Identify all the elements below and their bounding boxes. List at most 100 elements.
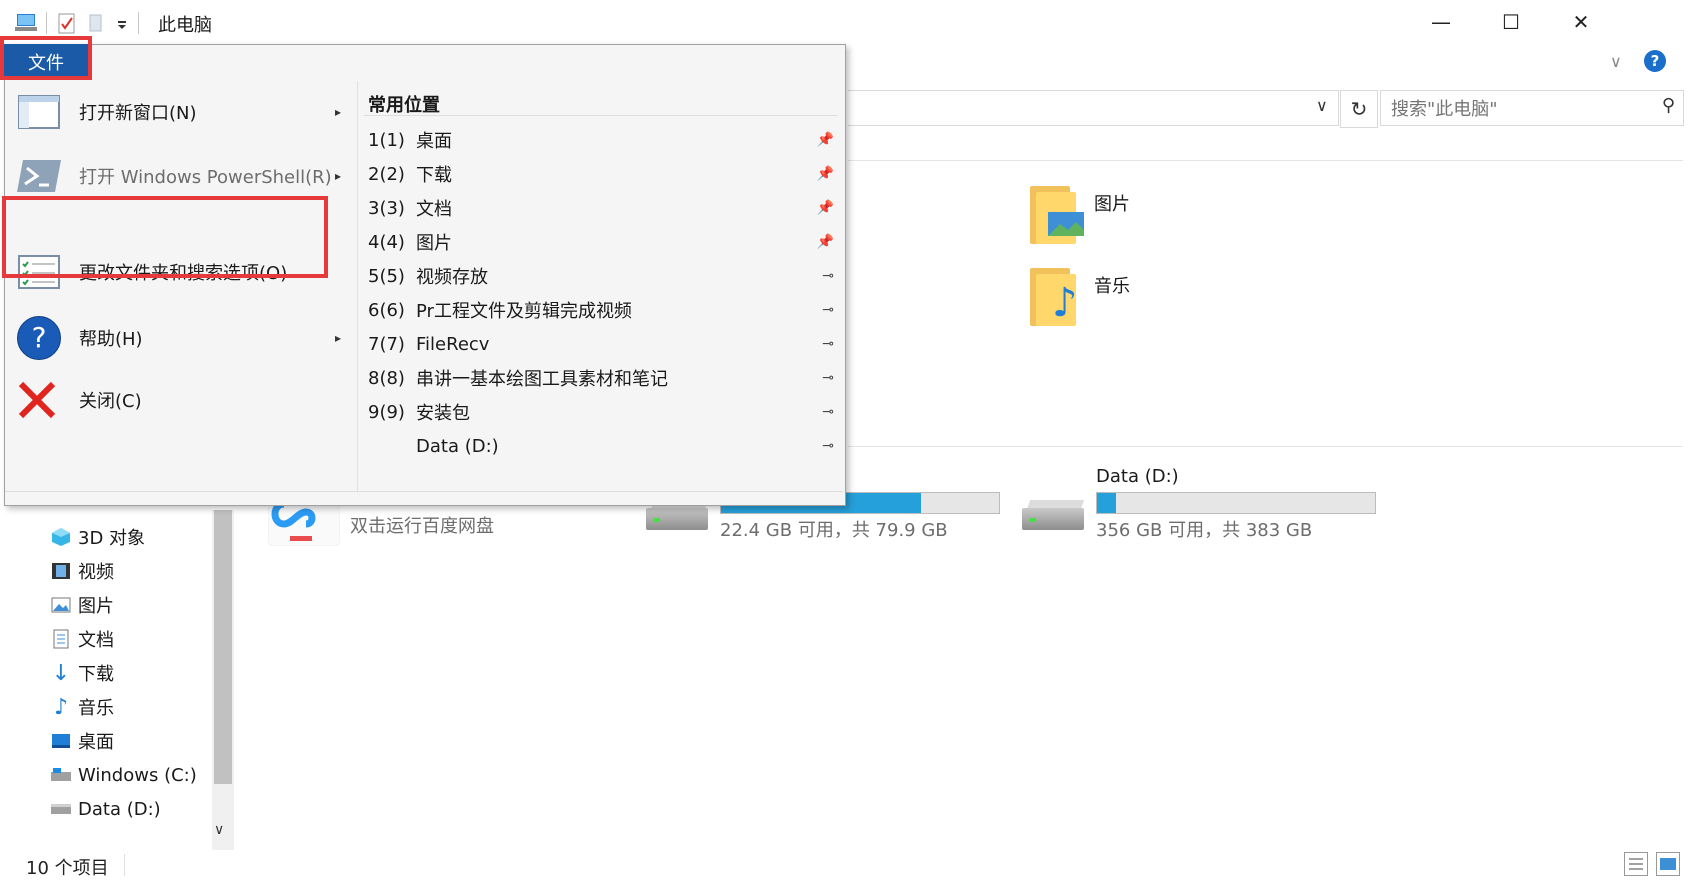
pinned-icon[interactable]: 📌: [817, 166, 834, 182]
address-bar[interactable]: [848, 90, 1339, 126]
pin-icon[interactable]: ⊸: [822, 438, 834, 454]
pinned-icon[interactable]: 📌: [817, 200, 834, 216]
drive-d-name: Data (D:): [1096, 466, 1179, 487]
document-icon: [50, 628, 72, 650]
frequent-place-item[interactable]: 7(7) FileRecv ⊸: [358, 327, 844, 361]
download-arrow-icon: ↓: [51, 660, 71, 686]
folder-music-icon[interactable]: ♪: [1030, 268, 1078, 326]
frequent-place-item[interactable]: 8(8) 串讲一基本绘图工具素材和笔记 ⊸: [358, 361, 844, 395]
nav-item-3d-objects[interactable]: 3D 对象: [50, 522, 145, 552]
frequent-place-number: 5(5): [368, 265, 405, 287]
properties-icon[interactable]: [58, 12, 76, 34]
close-x-icon: [17, 378, 61, 422]
minimize-button[interactable]: —: [1406, 0, 1476, 44]
help-icon[interactable]: ?: [1644, 50, 1666, 72]
navigation-pane: 3D 对象 视频 图片 文档 ↓ 下载 ♪ 音乐 桌面 Windows (C:)…: [0, 510, 214, 850]
divider: [848, 446, 1683, 447]
pinned-icon[interactable]: 📌: [817, 234, 834, 250]
quick-access-dropdown-icon[interactable]: [116, 12, 128, 34]
folder-pictures-icon[interactable]: [1030, 186, 1084, 244]
nav-scrollbar-thumb[interactable]: [214, 510, 232, 784]
status-item-count: 10 个项目: [26, 858, 109, 879]
large-icons-view-icon[interactable]: [1656, 852, 1680, 876]
music-note-icon: ♪: [53, 694, 69, 720]
nav-item-label: 桌面: [78, 732, 114, 753]
search-icon[interactable]: ⚲: [1662, 95, 1675, 116]
cube-icon: [50, 526, 72, 548]
frequent-place-number: 9(9): [368, 401, 405, 423]
frequent-place-item[interactable]: Data (D:) ⊸: [358, 429, 844, 463]
nav-item-videos[interactable]: 视频: [50, 556, 114, 586]
file-tab-highlight-box: [0, 36, 92, 80]
nav-item-downloads[interactable]: ↓ 下载: [50, 658, 114, 688]
pin-icon[interactable]: ⊸: [822, 404, 834, 420]
nav-item-drive-d[interactable]: Data (D:): [50, 794, 161, 824]
frequent-place-item[interactable]: 4(4) 图片 📌: [358, 225, 844, 259]
frequent-place-name: Data (D:): [416, 435, 499, 457]
drive-d-usage-fill: [1097, 493, 1117, 513]
address-history-chevron-icon[interactable]: ∨: [1316, 96, 1328, 115]
folder-label: 图片: [1094, 194, 1130, 215]
frequent-place-name: 视频存放: [416, 267, 488, 288]
folder-options-highlight-box: [2, 196, 328, 278]
drive-d-icon[interactable]: [1022, 500, 1085, 530]
nav-item-label: 图片: [78, 596, 114, 617]
frequent-place-item[interactable]: 2(2) 下载 📌: [358, 157, 844, 191]
frequent-place-number: 4(4): [368, 231, 405, 253]
frequent-place-item[interactable]: 1(1) 桌面 📌: [358, 123, 844, 157]
nav-item-label: 下载: [78, 664, 114, 685]
pin-icon[interactable]: ⊸: [822, 336, 834, 352]
divider: [364, 115, 838, 116]
scroll-down-icon[interactable]: ∨: [214, 822, 224, 838]
menu-item-open-new-window[interactable]: 打开新窗口(N) ▸: [5, 81, 357, 143]
submenu-arrow-icon: ▸: [334, 331, 341, 345]
new-window-icon: [17, 90, 61, 134]
status-separator: [124, 854, 125, 876]
nav-item-label: Data (D:): [78, 798, 161, 820]
powershell-icon: [17, 154, 61, 198]
frequent-place-item[interactable]: 9(9) 安装包 ⊸: [358, 395, 844, 429]
new-folder-icon[interactable]: [88, 12, 104, 34]
desktop-icon: [50, 730, 72, 752]
frequent-place-name: 文档: [416, 199, 452, 220]
nav-item-label: Windows (C:): [78, 764, 197, 786]
frequent-places-panel: 常用位置 1(1) 桌面 📌 2(2) 下载 📌 3(3) 文档 📌 4(4) 图片 📌 5(5) 视频存…: [357, 81, 844, 491]
nav-item-documents[interactable]: 文档: [50, 624, 114, 654]
menu-item-help[interactable]: ? 帮助(H) ▸: [5, 307, 357, 369]
search-input[interactable]: [1389, 95, 1643, 123]
frequent-place-name: FileRecv: [416, 333, 490, 355]
nav-item-desktop[interactable]: 桌面: [50, 726, 114, 756]
collapse-ribbon-icon[interactable]: ∨: [1610, 52, 1622, 71]
frequent-place-name: 桌面: [416, 131, 452, 152]
menu-item-label: 打开 Windows PowerShell(R): [79, 167, 332, 188]
nav-item-pictures[interactable]: 图片: [50, 590, 114, 620]
frequent-place-item[interactable]: 3(3) 文档 📌: [358, 191, 844, 225]
nav-item-label: 音乐: [78, 698, 114, 719]
picture-icon: [50, 594, 72, 616]
frequent-place-name: 安装包: [416, 403, 470, 424]
drive-icon: [50, 798, 72, 820]
nav-item-music[interactable]: ♪ 音乐: [50, 692, 114, 722]
details-view-icon[interactable]: [1624, 852, 1648, 876]
pinned-icon[interactable]: 📌: [817, 132, 834, 148]
nav-item-label: 3D 对象: [78, 528, 146, 549]
toolbar-separator: [46, 12, 47, 34]
menu-item-close[interactable]: 关闭(C): [5, 369, 357, 431]
maximize-button[interactable]: ☐: [1476, 0, 1546, 44]
frequent-place-name: 图片: [416, 233, 452, 254]
search-box[interactable]: ⚲: [1380, 90, 1684, 126]
refresh-button[interactable]: ↻: [1340, 90, 1378, 128]
music-note-icon: ♪: [1052, 280, 1078, 326]
frequent-place-item[interactable]: 5(5) 视频存放 ⊸: [358, 259, 844, 293]
pin-icon[interactable]: ⊸: [822, 268, 834, 284]
pin-icon[interactable]: ⊸: [822, 302, 834, 318]
close-button[interactable]: ✕: [1546, 0, 1616, 44]
drive-d-usage-text: 356 GB 可用，共 383 GB: [1096, 520, 1313, 541]
drive-d-usage-bar: [1096, 492, 1376, 514]
nav-item-drive-c[interactable]: Windows (C:): [50, 760, 197, 790]
pin-icon[interactable]: ⊸: [822, 370, 834, 386]
frequent-place-item[interactable]: 6(6) Pr工程文件及剪辑完成视频 ⊸: [358, 293, 844, 327]
nav-item-label: 视频: [78, 562, 114, 583]
toolbar-separator: [138, 12, 139, 34]
menu-item-label: 关闭(C): [79, 391, 142, 412]
